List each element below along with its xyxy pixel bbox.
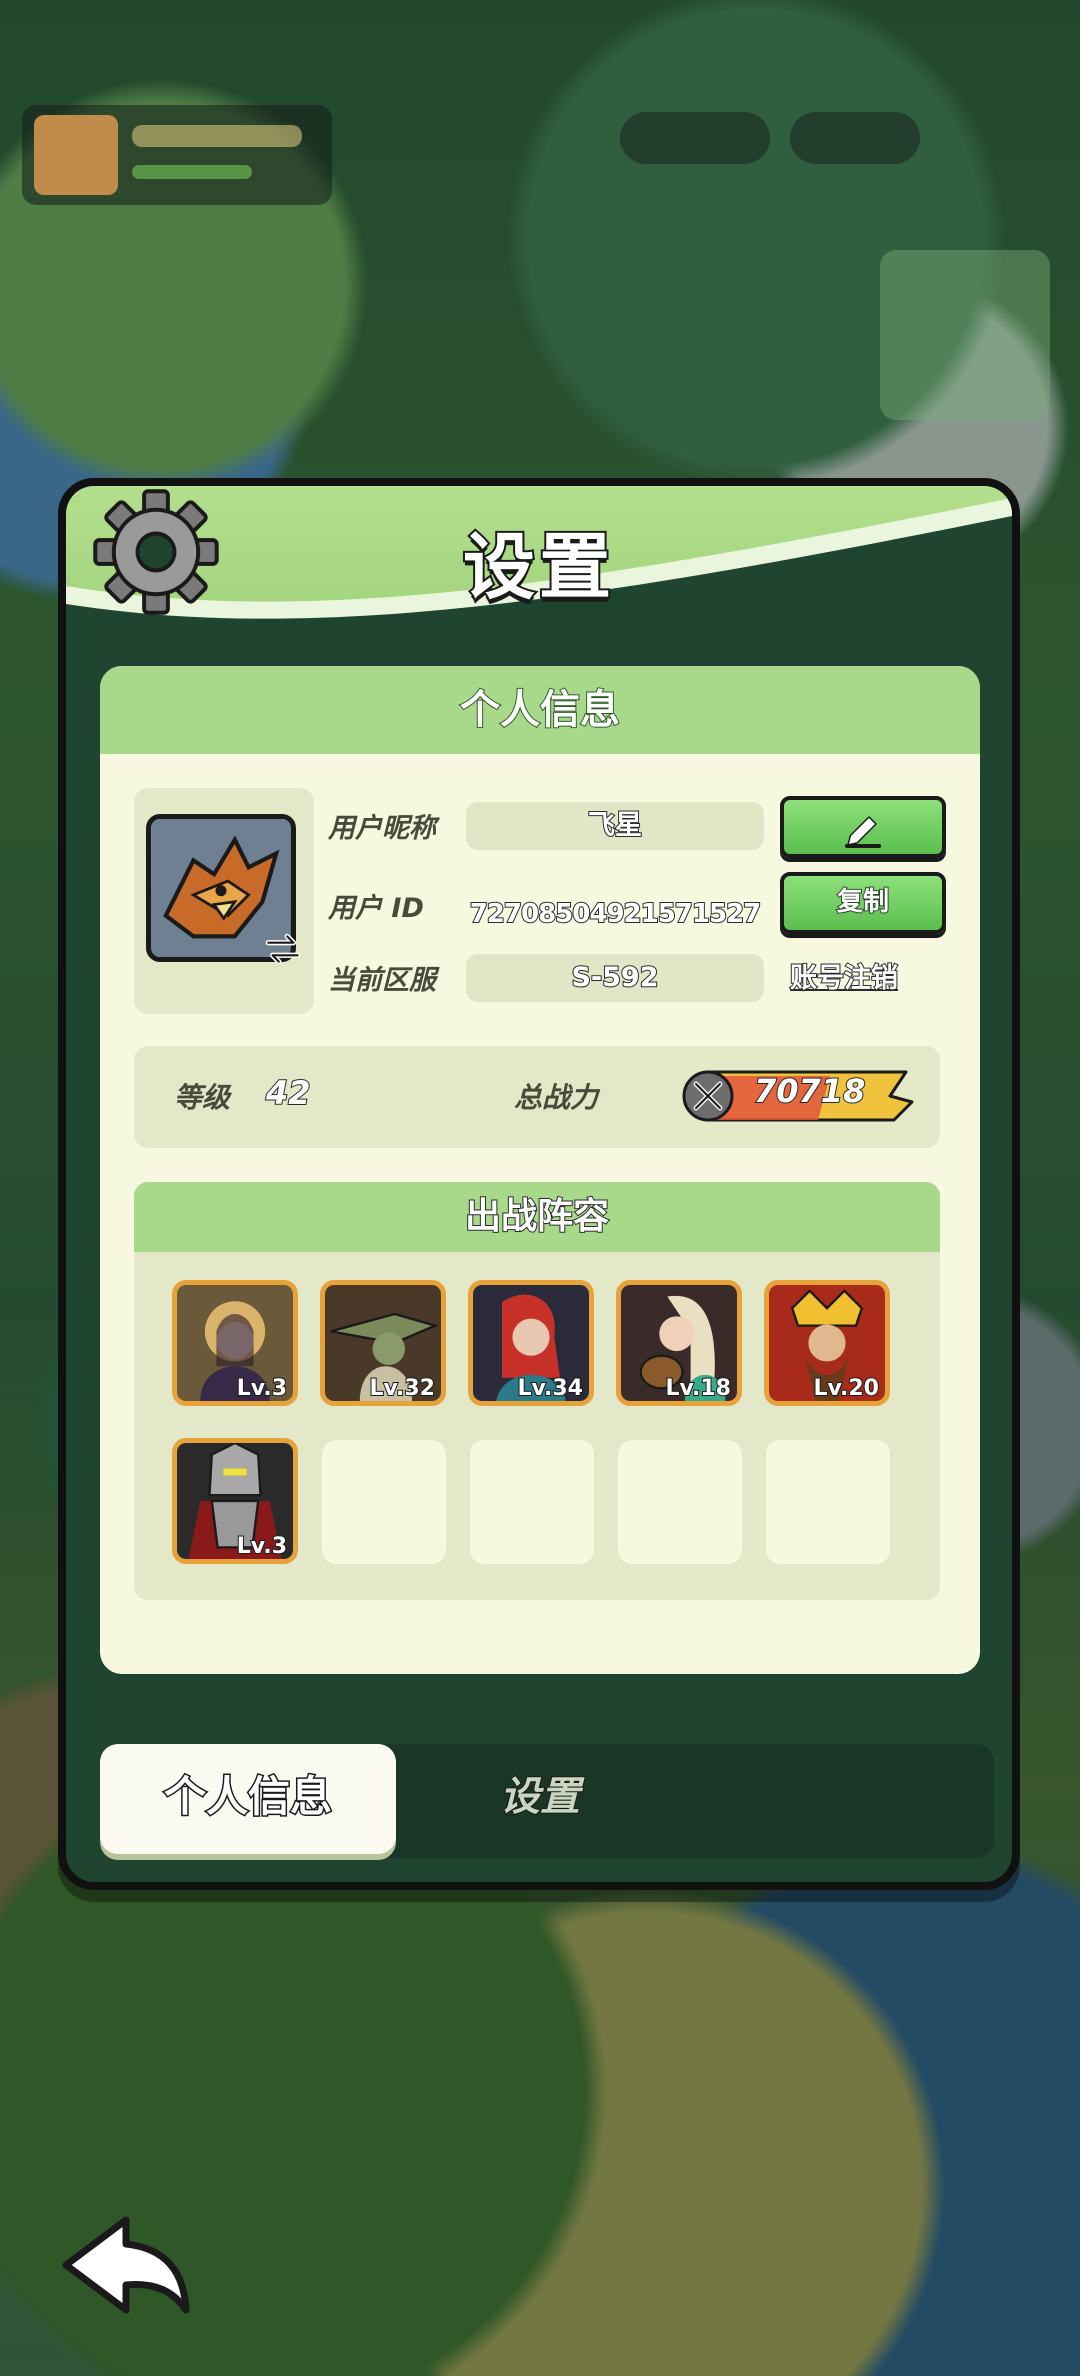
hud-avatar xyxy=(34,115,118,195)
power-label: 总战力 xyxy=(514,1081,599,1114)
empty-hero-slot[interactable] xyxy=(470,1440,594,1564)
copy-uid-button[interactable]: 复制 xyxy=(780,872,946,934)
hero-level: Lv.3 xyxy=(236,1375,288,1401)
hud-resource-gem xyxy=(620,112,770,164)
hero-level: Lv.32 xyxy=(368,1375,436,1401)
cancel-account-link[interactable]: 账号注销 xyxy=(789,956,899,995)
nickname-label: 用户昵称 xyxy=(328,813,436,844)
tab-settings[interactable]: 设置 xyxy=(499,1764,581,1822)
server-value: S-592 xyxy=(466,954,764,1002)
level-label: 等级 xyxy=(174,1081,231,1114)
bottom-tab-bar: 个人信息 设置 xyxy=(100,1744,994,1858)
hud-exp-bar xyxy=(132,165,252,179)
avatar-box[interactable] xyxy=(134,788,314,1014)
battle-lineup: 出战阵容 Lv.3 Lv.32 Lv.34 Lv.18 Lv.20 Lv.3 xyxy=(134,1182,940,1600)
lineup-title: 出战阵容 xyxy=(134,1182,940,1252)
personal-info-card: 个人信息 用户昵称 飞星 用户 ID 72708504921571527 复制 … xyxy=(100,666,980,1674)
hero-level: Lv.34 xyxy=(516,1375,584,1401)
hero-level: Lv.18 xyxy=(664,1375,732,1401)
power-value: 70718 xyxy=(753,1071,866,1111)
back-arrow-icon[interactable] xyxy=(56,2210,196,2320)
section-title: 个人信息 xyxy=(100,666,980,754)
level-value: 42 xyxy=(265,1073,312,1113)
empty-hero-slot[interactable] xyxy=(766,1440,890,1564)
stats-row: 等级 42 总战力 70718 xyxy=(134,1046,940,1148)
hero-slot-2[interactable]: Lv.32 xyxy=(320,1280,446,1406)
hero-level: Lv.3 xyxy=(236,1533,288,1559)
hud-player-card xyxy=(22,105,332,205)
tab-personal-info[interactable]: 个人信息 xyxy=(100,1744,396,1854)
hero-slot-6[interactable]: Lv.3 xyxy=(172,1438,298,1564)
empty-hero-slot[interactable] xyxy=(618,1440,742,1564)
hero-level: Lv.20 xyxy=(812,1375,880,1401)
uid-value: 72708504921571527 xyxy=(469,898,763,930)
pencil-icon xyxy=(845,816,881,848)
empty-hero-slot[interactable] xyxy=(322,1440,446,1564)
hud-resource-gold xyxy=(790,112,920,164)
server-label: 当前区服 xyxy=(328,965,436,996)
hud-minimap xyxy=(880,250,1050,420)
hero-slot-5[interactable]: Lv.20 xyxy=(764,1280,890,1406)
hud-name-bar xyxy=(132,125,302,147)
nickname-value: 飞星 xyxy=(466,802,764,850)
panel-header: 设置 xyxy=(66,486,1012,636)
swap-avatar-icon[interactable] xyxy=(262,928,304,970)
hero-slot-4[interactable]: Lv.18 xyxy=(616,1280,742,1406)
panel-title: 设置 xyxy=(461,523,615,611)
hero-slot-1[interactable]: Lv.3 xyxy=(172,1280,298,1406)
hero-slot-3[interactable]: Lv.34 xyxy=(468,1280,594,1406)
edit-nickname-button[interactable] xyxy=(780,796,946,858)
settings-panel: 设置 个人信息 用户昵称 飞星 用户 ID 72708504921571527 … xyxy=(58,478,1020,1890)
uid-label: 用户 ID xyxy=(328,893,424,924)
